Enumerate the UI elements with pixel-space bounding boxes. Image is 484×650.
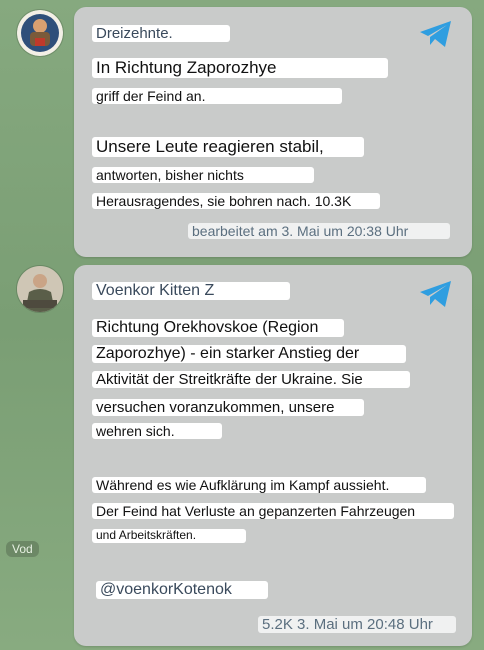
avatar[interactable] (16, 265, 64, 313)
message-bubble[interactable]: Voenkor Kitten Z Richtung Orekhovskoe (R… (74, 265, 472, 646)
message-line: In Richtung Zaporozhye (92, 58, 388, 78)
message-line: Während es wie Aufklärung im Kampf aussi… (92, 477, 426, 494)
message-line: Zaporozhye) - ein starker Anstieg der (92, 345, 406, 364)
message-bubble[interactable]: Dreizehnte. In Richtung Zaporozhye griff… (74, 7, 472, 257)
telegram-plane-icon (420, 281, 451, 307)
channel-handle-link[interactable]: @voenkorKotenok (96, 581, 268, 600)
telegram-plane-icon (420, 21, 451, 47)
message-line: Richtung Orekhovskoe (Region (92, 319, 344, 338)
message-timestamp: bearbeitet am 3. Mai um 20:38 Uhr (188, 223, 450, 240)
message-author[interactable]: Dreizehnte. (92, 25, 230, 43)
message-line: griff der Feind an. (92, 88, 342, 105)
message-line: Der Feind hat Verluste an gepanzerten Fa… (92, 503, 454, 520)
message-line: wehren sich. (92, 423, 222, 440)
message-line: und Arbeitskräften. (92, 528, 246, 543)
message-timestamp: 5.2K 3. Mai um 20:48 Uhr (258, 616, 456, 634)
message-line: versuchen voranzukommen, unsere (92, 399, 364, 417)
message-line: Herausragendes, sie bohren nach. 10.3K (92, 193, 380, 210)
message-author[interactable]: Voenkor Kitten Z (92, 282, 290, 301)
avatar[interactable] (16, 9, 64, 57)
side-label: Vod (6, 541, 39, 557)
message-line: antworten, bisher nichts (92, 167, 314, 184)
message-line: Aktivität der Streitkräfte der Ukraine. … (92, 371, 410, 389)
message-line: Unsere Leute reagieren stabil, (92, 137, 364, 157)
